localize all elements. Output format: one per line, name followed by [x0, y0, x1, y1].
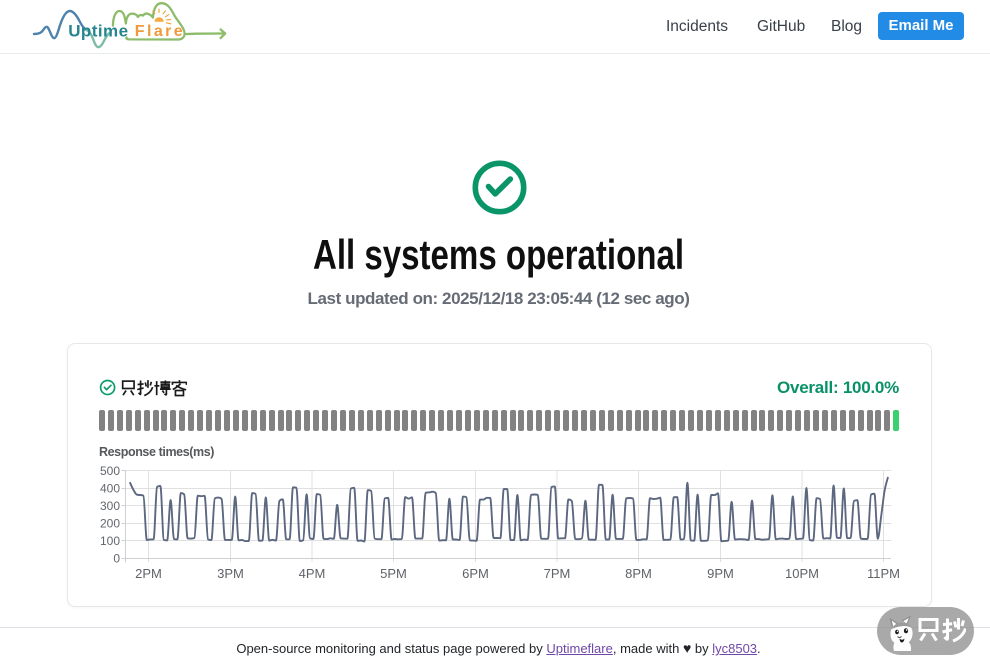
- svg-text:200: 200: [100, 517, 120, 531]
- svg-text:400: 400: [100, 482, 120, 496]
- svg-text:9PM: 9PM: [707, 566, 734, 581]
- svg-text:8PM: 8PM: [625, 566, 652, 581]
- svg-text:7PM: 7PM: [544, 566, 571, 581]
- svg-text:4PM: 4PM: [299, 566, 326, 581]
- svg-text:Uptime: Uptime: [68, 21, 128, 40]
- svg-text:2PM: 2PM: [135, 566, 162, 581]
- svg-text:0: 0: [113, 552, 120, 566]
- svg-text:5PM: 5PM: [380, 566, 407, 581]
- svg-text:10PM: 10PM: [785, 566, 819, 581]
- svg-text:500: 500: [100, 464, 120, 478]
- svg-text:6PM: 6PM: [462, 566, 489, 581]
- svg-text:11PM: 11PM: [867, 566, 900, 581]
- svg-text:Flare: Flare: [135, 23, 185, 40]
- svg-text:300: 300: [100, 499, 120, 513]
- svg-text:100: 100: [100, 534, 120, 548]
- svg-text:3PM: 3PM: [217, 566, 244, 581]
